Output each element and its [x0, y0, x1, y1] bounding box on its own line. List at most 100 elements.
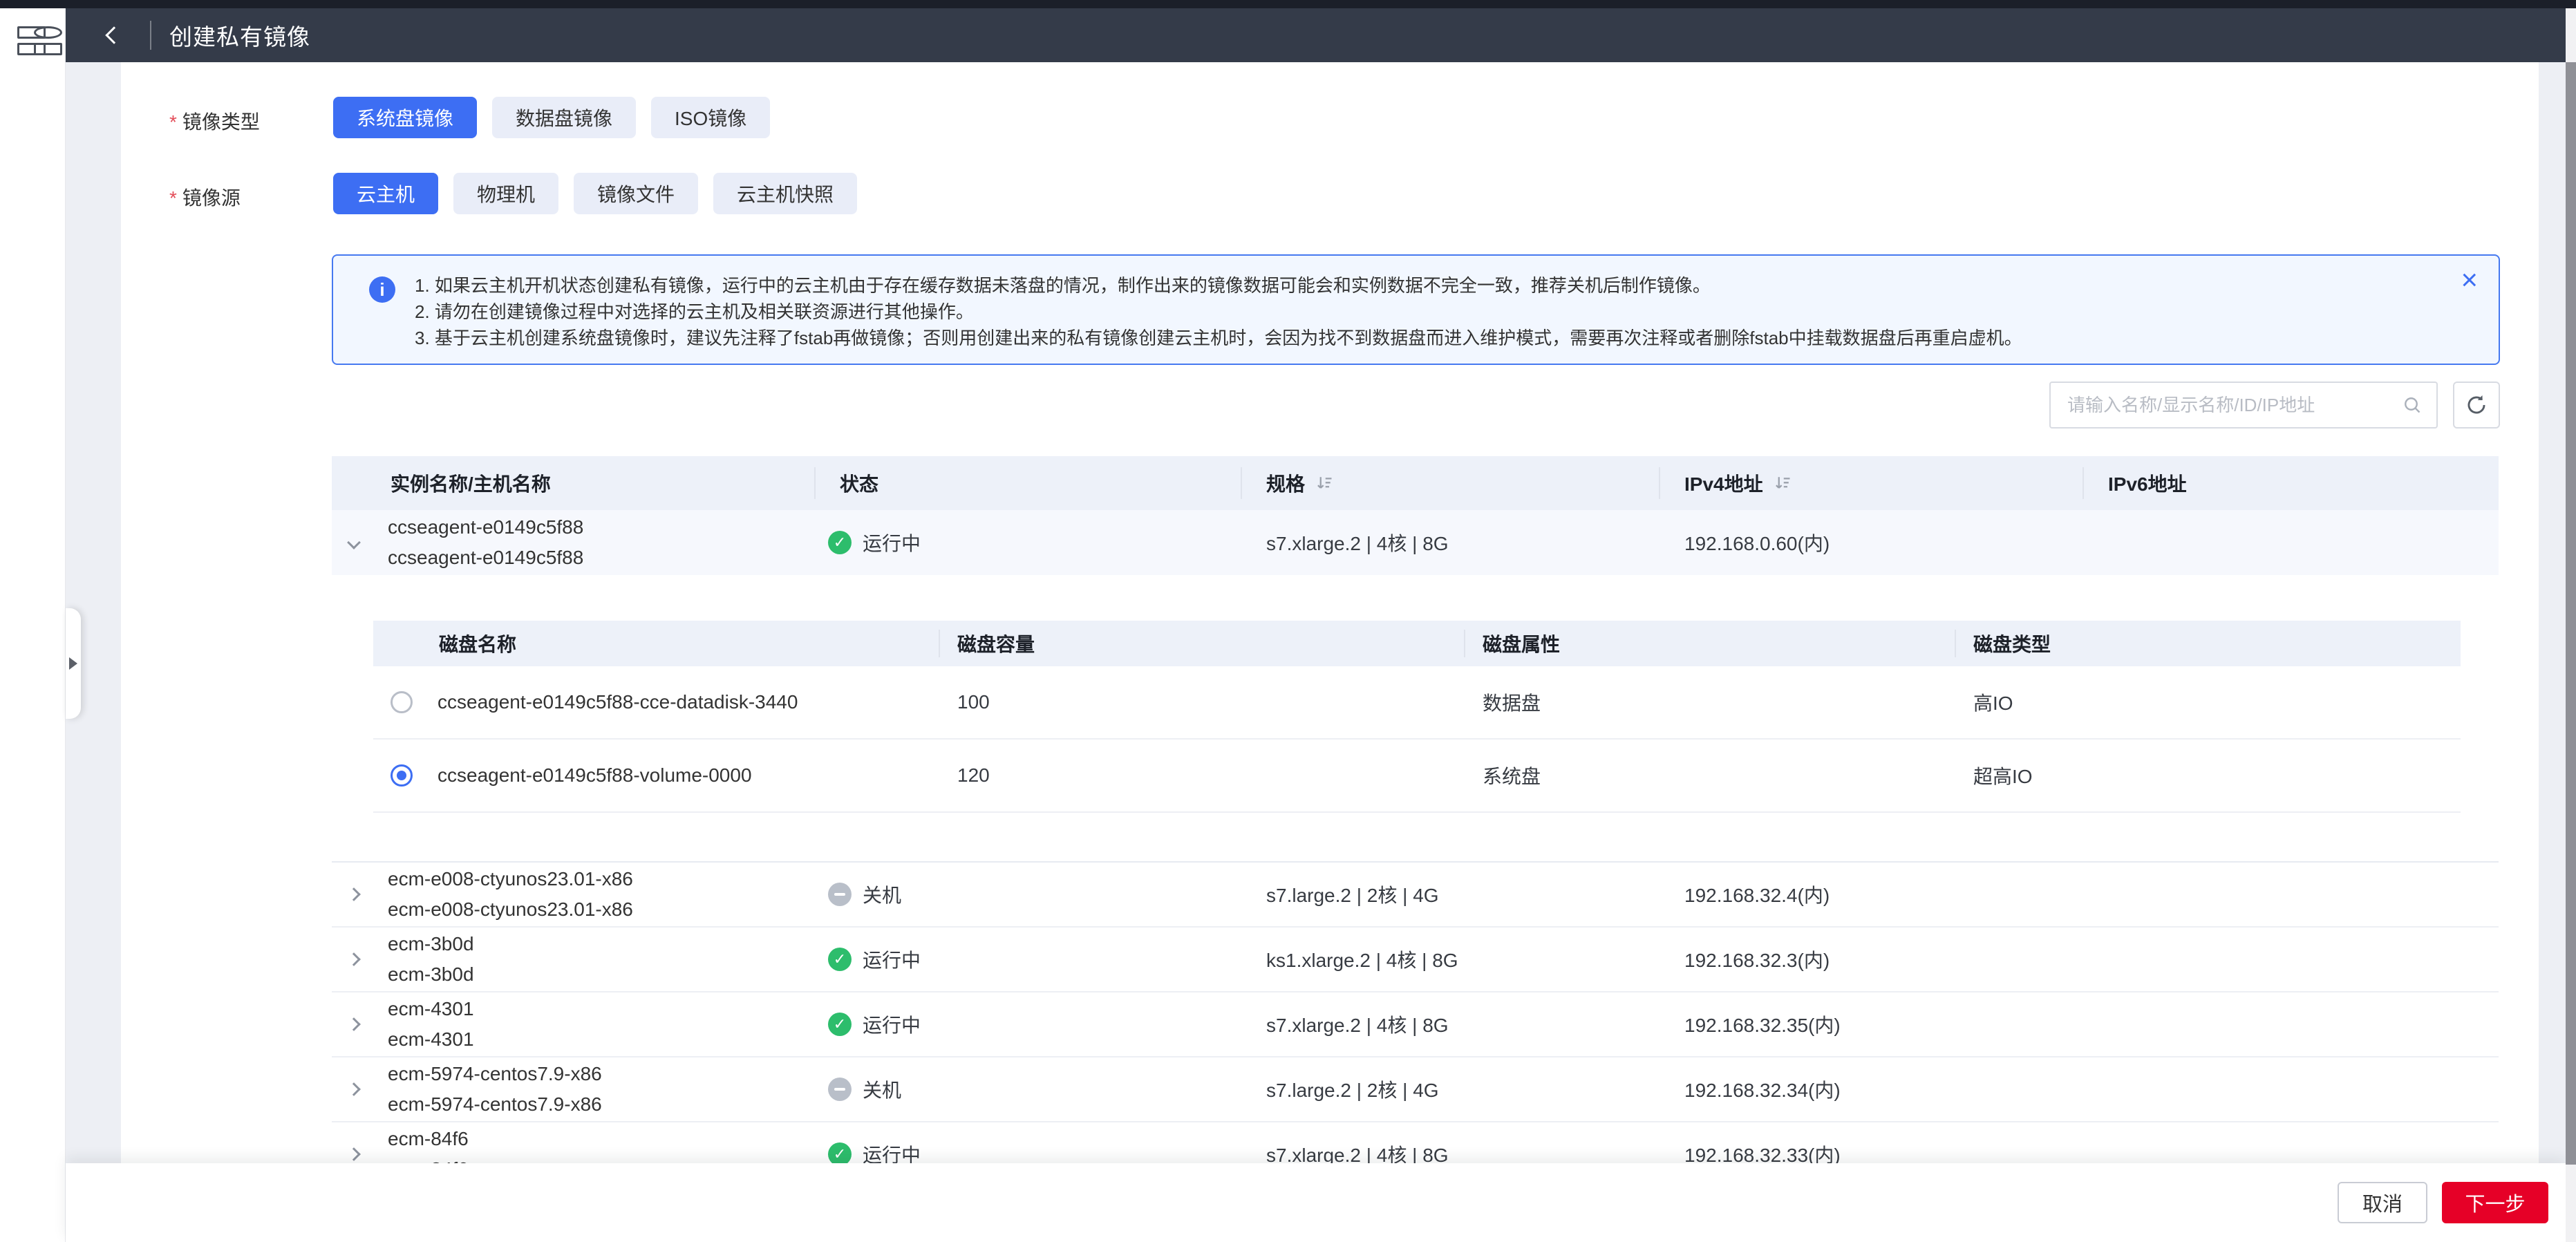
sort-icon[interactable] [1773, 473, 1792, 493]
triangle-right-icon [69, 657, 77, 670]
chevron-right-icon[interactable] [347, 887, 361, 901]
instance-name: ecm-4301 [388, 998, 474, 1019]
disk-attribute-cell: 数据盘 [1483, 693, 1541, 714]
radio-button[interactable] [391, 764, 413, 787]
table-row[interactable]: ecm-e008-ctyunos23.01-x86 ecm-e008-ctyun… [332, 863, 2499, 928]
spec-cell: s7.xlarge.2 | 4核 | 8G [1266, 533, 1449, 554]
table-row[interactable]: ecm-5974-centos7.9-x86 ecm-5974-centos7.… [332, 1057, 2499, 1122]
disk-name: ccseagent-e0149c5f88-cce-datadisk-3440 [438, 691, 798, 713]
disk-capacity-cell: 100 [957, 691, 990, 713]
ipv4-cell: 192.168.32.33(内) [1684, 1145, 1841, 1163]
image-type-option-system-disk[interactable]: 系统盘镜像 [333, 97, 478, 138]
instance-name: ecm-3b0d [388, 933, 474, 954]
form-row-image-type: * 镜像类型 系统盘镜像 数据盘镜像 ISO镜像 [169, 97, 785, 138]
apps-grid-icon[interactable] [17, 26, 62, 57]
scrollbar-thumb[interactable] [2566, 62, 2576, 1165]
disk-name: ccseagent-e0149c5f88-volume-0000 [438, 764, 752, 786]
chevron-right-icon[interactable] [347, 1017, 361, 1031]
image-source-label: * 镜像源 [169, 187, 241, 209]
table-row[interactable]: ecm-3b0d ecm-3b0d 运行中 ks1.xlarge.2 | 4核 … [332, 928, 2499, 992]
image-type-option-data-disk[interactable]: 数据盘镜像 [492, 97, 637, 138]
instance-name-cell: ecm-84f6 ecm-84f6 [332, 1124, 816, 1163]
disk-row[interactable]: ccseagent-e0149c5f88-cce-datadisk-3440 1… [373, 666, 2461, 740]
col-ipv6: IPv6地址 [2108, 473, 2187, 495]
chevron-right-icon[interactable] [347, 1147, 361, 1161]
instance-name-cell: ccseagent-e0149c5f88 ccseagent-e0149c5f8… [332, 512, 816, 573]
cancel-button[interactable]: 取消 [2338, 1182, 2427, 1223]
form-row-image-source: * 镜像源 云主机 物理机 镜像文件 云主机快照 [169, 173, 872, 214]
image-source-option-physical[interactable]: 物理机 [453, 173, 559, 214]
host-name: ecm-3b0d [388, 963, 474, 985]
table-row[interactable]: ecm-84f6 ecm-84f6 运行中 s7.xlarge.2 | 4核 |… [332, 1122, 2499, 1163]
chevron-down-icon[interactable] [347, 536, 361, 549]
image-type-label: * 镜像类型 [169, 111, 260, 133]
status-text: 运行中 [863, 950, 921, 971]
col-disk-type: 磁盘类型 [1973, 634, 2051, 655]
image-source-options: 云主机 物理机 镜像文件 云主机快照 [333, 173, 872, 214]
ipv4-cell: 192.168.0.60(内) [1684, 533, 1830, 554]
search-input[interactable] [2067, 394, 2402, 416]
info-icon: i [369, 276, 395, 303]
spec-cell: s7.xlarge.2 | 4核 | 8G [1266, 1015, 1449, 1036]
disk-expand-panel: 磁盘名称 磁盘容量 磁盘属性 磁盘类型 ccseagent-e0149c5f88… [332, 575, 2499, 863]
instance-name: ecm-84f6 [388, 1128, 469, 1149]
status-stopped-icon [828, 1078, 852, 1101]
spec-cell: s7.large.2 | 2核 | 4G [1266, 1080, 1439, 1101]
chevron-left-icon [105, 26, 123, 44]
image-source-option-snapshot[interactable]: 云主机快照 [713, 173, 858, 214]
status-running-icon [828, 948, 852, 971]
panel-expander-tab[interactable] [66, 608, 81, 719]
status-cell: 关机 [816, 881, 1242, 908]
image-source-option-ecs[interactable]: 云主机 [333, 173, 439, 214]
status-cell: 运行中 [816, 1140, 1242, 1163]
chevron-right-icon[interactable] [347, 952, 361, 966]
header-divider [150, 21, 151, 50]
table-row[interactable]: ccseagent-e0149c5f88 ccseagent-e0149c5f8… [332, 510, 2499, 575]
host-name: ecm-4301 [388, 1028, 474, 1050]
alert-close-icon[interactable]: × [2461, 265, 2478, 294]
ipv4-cell: 192.168.32.4(内) [1684, 885, 1830, 906]
back-button[interactable] [93, 15, 135, 56]
spec-cell: s7.large.2 | 2核 | 4G [1266, 885, 1439, 906]
image-source-option-image-file[interactable]: 镜像文件 [574, 173, 699, 214]
status-text: 运行中 [863, 1015, 921, 1036]
col-disk-capacity: 磁盘容量 [940, 630, 1465, 657]
search-icon[interactable] [2402, 395, 2423, 415]
image-type-option-iso[interactable]: ISO镜像 [651, 97, 771, 138]
status-cell: 运行中 [816, 945, 1242, 973]
disk-row[interactable]: ccseagent-e0149c5f88-volume-0000 120 系统盘… [373, 740, 2461, 813]
status-text: 关机 [863, 1080, 902, 1101]
spec-cell: s7.xlarge.2 | 4核 | 8G [1266, 1145, 1449, 1163]
status-running-icon [828, 1013, 852, 1036]
grid-cell-circle [34, 26, 62, 39]
instance-name-cell: ecm-5974-centos7.9-x86 ecm-5974-centos7.… [332, 1059, 816, 1120]
col-ipv4: IPv4地址 [1660, 467, 2084, 499]
radio-button[interactable] [391, 691, 413, 713]
disk-attribute-cell: 系统盘 [1483, 766, 1541, 787]
instance-table: 实例名称/主机名称 状态 规格 IPv4地址 IPv6地址 ccseagent-… [332, 456, 2499, 1163]
grid-cell [34, 43, 62, 55]
alert-line-3: 3. 基于云主机创建系统盘镜像时，建议先注释了fstab再做镜像；否则用创建出来… [415, 328, 2022, 348]
col-disk-name: 磁盘名称 [373, 630, 940, 657]
instance-name: ecm-e008-ctyunos23.01-x86 [388, 868, 633, 890]
sort-icon[interactable] [1315, 473, 1334, 493]
next-step-button[interactable]: 下一步 [2442, 1182, 2548, 1223]
disk-capacity-cell: 120 [957, 764, 990, 786]
host-name: ecm-e008-ctyunos23.01-x86 [388, 898, 633, 920]
image-type-options: 系统盘镜像 数据盘镜像 ISO镜像 [333, 97, 785, 138]
instance-name-cell: ecm-e008-ctyunos23.01-x86 ecm-e008-ctyun… [332, 864, 816, 925]
status-cell: 关机 [816, 1075, 1242, 1103]
content-card: * 镜像类型 系统盘镜像 数据盘镜像 ISO镜像 * 镜像源 云主机 物理机 镜像文… [121, 62, 2539, 1163]
info-alert: i 1. 如果云主机开机状态创建私有镜像，运行中的云主机由于存在缓存数据未落盘的… [332, 254, 2500, 365]
disk-table-header: 磁盘名称 磁盘容量 磁盘属性 磁盘类型 [373, 621, 2461, 666]
host-name: ecm-84f6 [388, 1154, 469, 1163]
host-name: ecm-5974-centos7.9-x86 [388, 1093, 602, 1115]
table-row[interactable]: ecm-4301 ecm-4301 运行中 s7.xlarge.2 | 4核 |… [332, 992, 2499, 1057]
disk-name-cell: ccseagent-e0149c5f88-cce-datadisk-3440 [373, 691, 940, 713]
footer-bar: 取消 下一步 [66, 1163, 2566, 1242]
page-title: 创建私有镜像 [169, 24, 310, 50]
refresh-button[interactable] [2453, 382, 2500, 429]
instance-name-cell: ecm-3b0d ecm-3b0d [332, 929, 816, 990]
ipv4-cell: 192.168.32.35(内) [1684, 1015, 1841, 1036]
chevron-right-icon[interactable] [347, 1082, 361, 1096]
